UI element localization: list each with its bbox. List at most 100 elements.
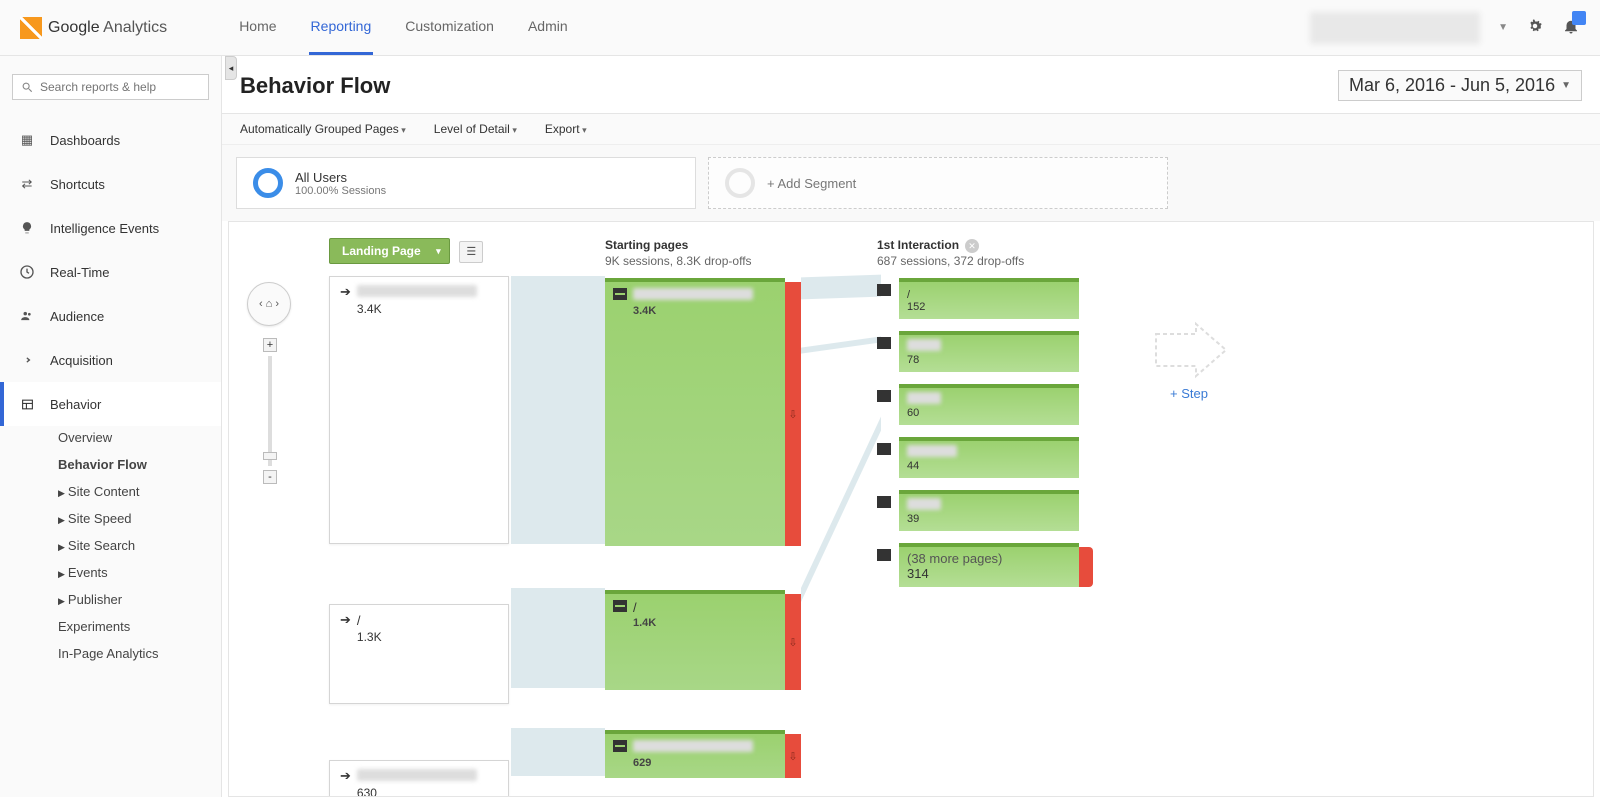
flow-node[interactable]: /152 — [899, 278, 1079, 319]
subnav-inpage[interactable]: In-Page Analytics — [58, 646, 221, 661]
flow-node[interactable]: 3.4K — [605, 278, 785, 546]
subnav-events[interactable]: ▶Events — [58, 565, 221, 580]
subnav-site-search[interactable]: ▶Site Search — [58, 538, 221, 553]
sidebar-item-realtime[interactable]: Real-Time — [0, 250, 221, 294]
notification-badge — [1572, 11, 1586, 25]
node-value: 3.4K — [357, 302, 477, 316]
flow-node-more[interactable]: (38 more pages)314 — [899, 543, 1079, 587]
search-input[interactable] — [40, 80, 200, 94]
logo-text: Google Analytics — [48, 19, 167, 37]
topbar: Google Analytics Home Reporting Customiz… — [0, 0, 1600, 56]
segment-circle-icon — [253, 168, 283, 198]
zoom-in-button[interactable]: + — [263, 338, 277, 352]
flow-column-interaction1: 1st Interaction✕ 687 sessions, 372 drop-… — [877, 238, 1097, 587]
sidebar-item-intelligence[interactable]: Intelligence Events — [0, 206, 221, 250]
subnav-site-content[interactable]: ▶Site Content — [58, 484, 221, 499]
flow-node[interactable]: 39 — [899, 490, 1079, 531]
flow-settings-button[interactable]: ☰ — [459, 241, 483, 263]
flow-column-landing: Landing Page ☰ ➔ 3.4K ➔ / 1.3K — [329, 238, 529, 797]
dropoff-bar — [785, 282, 801, 546]
notifications-icon[interactable] — [1562, 17, 1580, 38]
add-segment-label: + Add Segment — [767, 176, 856, 191]
more-label: (38 more pages) — [907, 551, 1002, 566]
flow-node[interactable]: 44 — [899, 437, 1079, 478]
blurred-label — [907, 445, 957, 457]
topnav-home[interactable]: Home — [237, 0, 278, 55]
landing-node[interactable]: ➔ 3.4K — [329, 276, 509, 544]
logo-icon — [20, 17, 42, 39]
node-value: 314 — [907, 566, 1071, 581]
enter-icon: ➔ — [340, 769, 351, 782]
blurred-label — [907, 498, 941, 510]
blurred-label — [357, 769, 477, 781]
level-dropdown[interactable]: Level of Detail — [434, 122, 517, 136]
flow-node[interactable]: 78 — [899, 331, 1079, 372]
sidebar-item-audience[interactable]: Audience — [0, 294, 221, 338]
enter-icon: ➔ — [340, 285, 351, 298]
node-value: 629 — [633, 757, 753, 769]
segment-all-users[interactable]: All Users 100.00% Sessions — [236, 157, 696, 209]
dropoff-bar — [1079, 547, 1093, 587]
flow-node[interactable]: / 1.4K — [605, 590, 785, 690]
behavior-subnav: Overview Behavior Flow ▶Site Content ▶Si… — [0, 426, 221, 671]
zoom-handle[interactable] — [263, 452, 277, 460]
sidebar-label: Real-Time — [50, 265, 109, 280]
flow-home-control[interactable]: ‹ ⌂ › — [247, 282, 291, 326]
subnav-behavior-flow[interactable]: Behavior Flow — [58, 457, 221, 472]
landing-node[interactable]: ➔ 630 — [329, 760, 509, 797]
subnav-experiments[interactable]: Experiments — [58, 619, 221, 634]
remove-column-button[interactable]: ✕ — [965, 239, 979, 253]
dropoff-bar — [785, 734, 801, 778]
step-arrow-icon — [1154, 322, 1224, 372]
grouping-dropdown[interactable]: Automatically Grouped Pages — [240, 122, 406, 136]
node-value: 60 — [907, 407, 1071, 419]
sidebar-label: Behavior — [50, 397, 101, 412]
export-dropdown[interactable]: Export — [545, 122, 587, 136]
subnav-site-speed[interactable]: ▶Site Speed — [58, 511, 221, 526]
blurred-label — [633, 740, 753, 752]
add-segment[interactable]: + Add Segment — [708, 157, 1168, 209]
node-value: 1.4K — [633, 617, 656, 629]
date-range-picker[interactable]: Mar 6, 2016 - Jun 5, 2016▼ — [1338, 70, 1582, 101]
subnav-publisher[interactable]: ▶Publisher — [58, 592, 221, 607]
segment-pct: 100.00% Sessions — [295, 185, 386, 197]
search-box[interactable] — [12, 74, 209, 100]
node-label: / — [633, 600, 637, 615]
sidebar-item-behavior[interactable]: Behavior — [0, 382, 221, 426]
report-toolbar: Automatically Grouped Pages Level of Det… — [222, 114, 1600, 145]
page-icon — [613, 288, 627, 300]
topnav-admin[interactable]: Admin — [526, 0, 570, 55]
topnav-reporting[interactable]: Reporting — [309, 0, 374, 55]
blurred-label — [633, 288, 753, 300]
add-step-button[interactable]: + Step — [1129, 386, 1249, 401]
main: Behavior Flow Mar 6, 2016 - Jun 5, 2016▼… — [222, 56, 1600, 797]
node-value: 1.3K — [357, 630, 382, 644]
segment-row: All Users 100.00% Sessions + Add Segment — [222, 145, 1600, 221]
sidebar-label: Intelligence Events — [50, 221, 159, 236]
sidebar-item-dashboards[interactable]: ▦Dashboards — [0, 118, 221, 162]
landing-page-dropdown[interactable]: Landing Page — [329, 238, 450, 264]
flow-node[interactable]: 60 — [899, 384, 1079, 425]
logo: Google Analytics — [20, 17, 167, 39]
sidebar-item-acquisition[interactable]: Acquisition — [0, 338, 221, 382]
top-right: ▼ — [1310, 12, 1580, 44]
bulb-icon — [18, 219, 36, 237]
account-dropdown-caret[interactable]: ▼ — [1498, 22, 1508, 33]
page-icon — [877, 284, 891, 296]
zoom-slider[interactable] — [268, 356, 272, 466]
subnav-overview[interactable]: Overview — [58, 430, 221, 445]
sidebar-item-shortcuts[interactable]: ⇄Shortcuts — [0, 162, 221, 206]
zoom-control: + - — [263, 338, 277, 498]
zoom-out-button[interactable]: - — [263, 470, 277, 484]
flow-canvas[interactable]: ‹ ⌂ › + - Landing Page ☰ ➔ — [228, 221, 1594, 797]
search-icon — [21, 81, 34, 94]
topnav-customization[interactable]: Customization — [403, 0, 496, 55]
gear-icon[interactable] — [1526, 17, 1544, 38]
landing-node[interactable]: ➔ / 1.3K — [329, 604, 509, 704]
blurred-label — [357, 285, 477, 297]
main-header: Behavior Flow Mar 6, 2016 - Jun 5, 2016▼ — [222, 56, 1600, 114]
flow-link — [801, 336, 881, 353]
flow-node[interactable]: 629 — [605, 730, 785, 778]
sidebar-collapse-toggle[interactable]: ◂ — [225, 56, 237, 80]
audience-icon — [18, 307, 36, 325]
